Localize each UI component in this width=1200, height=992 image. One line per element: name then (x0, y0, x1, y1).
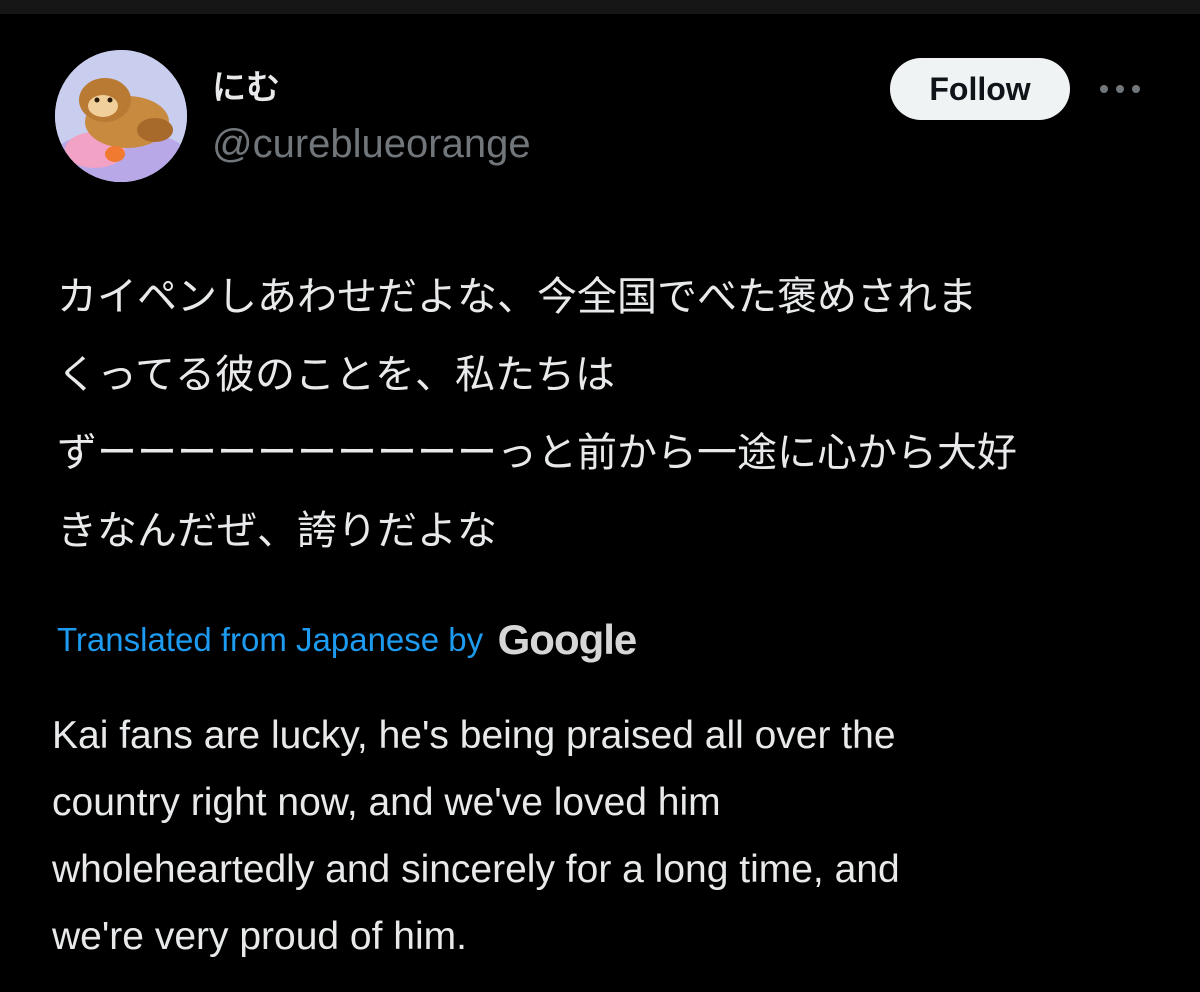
translated-text-line: country right now, and we've loved him (52, 781, 721, 824)
follow-button[interactable]: Follow (890, 58, 1070, 120)
more-horizontal-icon[interactable] (1098, 74, 1142, 104)
translation-attribution: Translated from Japanese by Google (57, 612, 638, 668)
translated-text-line: wholeheartedly and sincerely for a long … (52, 848, 900, 891)
user-handle[interactable]: @cureblueorange (212, 118, 531, 170)
tweet-text-line: ずーーーーーーーーーーっと前から一途に心から大好 (57, 430, 1017, 476)
google-logo: Google (497, 616, 638, 663)
translated-text-line: we're very proud of him. (52, 915, 467, 958)
avatar[interactable] (55, 50, 187, 182)
avatar-image (55, 50, 187, 182)
tweet-text-line: きなんだぜ、誇りだよな (57, 508, 497, 554)
translated-text: Kai fans are lucky, he's being praised a… (52, 702, 1152, 970)
tweet-text: カイペンしあわせだよな、今全国でべた褒めされま くってる彼のことを、私たちは ず… (57, 258, 1157, 570)
tweet-text-line: カイペンしあわせだよな、今全国でべた褒めされま (57, 274, 977, 320)
display-name[interactable]: にむ (212, 64, 280, 112)
tweet-text-line: くってる彼のことを、私たちは (57, 352, 615, 398)
translated-from-link[interactable]: Translated from Japanese by (57, 621, 483, 658)
translated-text-line: Kai fans are lucky, he's being praised a… (52, 714, 896, 757)
top-strip (0, 0, 1200, 14)
